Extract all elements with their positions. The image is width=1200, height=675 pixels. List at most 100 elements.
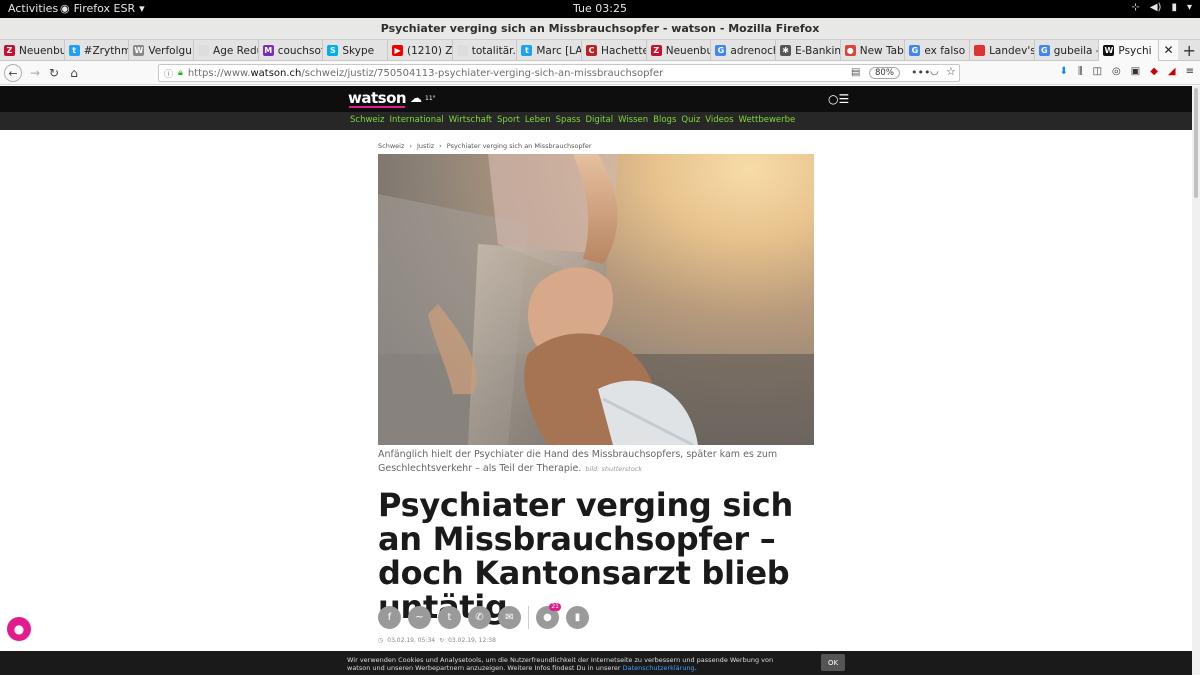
scrollbar-thumb[interactable] xyxy=(1194,88,1198,198)
battery-icon: ▮ xyxy=(1171,2,1177,13)
cl-icon: C xyxy=(586,45,598,56)
cookie-ok-button[interactable]: OK xyxy=(821,654,845,671)
nav-link-wettbewerbe[interactable]: Wettbewerbe xyxy=(739,115,796,125)
zeit-icon: Z xyxy=(4,45,15,56)
page-actions-icon[interactable]: ••• xyxy=(911,66,930,79)
new-tab-button[interactable]: + xyxy=(1178,40,1200,60)
tab-label: ex falso q xyxy=(924,44,969,57)
nav-link-leben[interactable]: Leben xyxy=(525,115,551,125)
facebook-share-button[interactable]: f xyxy=(378,606,401,629)
nav-link-schweiz[interactable]: Schweiz xyxy=(350,115,384,125)
scrollbar[interactable] xyxy=(1192,86,1200,675)
zoom-level[interactable]: 80% xyxy=(869,67,900,79)
google-icon: G xyxy=(1038,45,1050,56)
tab-3[interactable]: Age Reductic xyxy=(194,40,259,61)
bookmark-icon: ▮ xyxy=(574,612,581,623)
window-title: Psychiater verging sich an Missbrauchsop… xyxy=(380,22,820,35)
bookmark-button[interactable]: ▮ xyxy=(566,606,589,629)
sidebar-icon[interactable]: ◫ xyxy=(1093,66,1102,77)
volume-icon: ◀) xyxy=(1149,2,1162,13)
caption-text: Anfänglich hielt der Psychiater die Hand… xyxy=(378,449,778,474)
activities-button[interactable]: Activities xyxy=(8,2,58,15)
bookmark-star-icon[interactable]: ☆ xyxy=(946,65,956,78)
tab-15[interactable]: Landev's xyxy=(970,40,1035,61)
tab-8[interactable]: t Marc [LA xyxy=(517,40,583,61)
twitter-icon: t xyxy=(447,612,452,623)
tab-17[interactable]: W Psychi xyxy=(1099,40,1159,61)
tab-12[interactable]: ✱ E-Bankin xyxy=(776,40,841,61)
nav-link-digital[interactable]: Digital xyxy=(586,115,614,125)
nav-link-blogs[interactable]: Blogs xyxy=(653,115,676,125)
comments-button[interactable]: ● 21 xyxy=(536,603,561,629)
forward-button[interactable]: → xyxy=(27,65,43,81)
tab-4[interactable]: Mcouchsof xyxy=(259,40,324,61)
nav-link-wissen[interactable]: Wissen xyxy=(618,115,648,125)
article-dates: ◷ 03.02.19, 05:34 ↻ 03.02.19, 12:38 xyxy=(378,637,496,644)
facebook-icon: f xyxy=(387,612,392,623)
privacy-link[interactable]: Datenschutzerklärung xyxy=(623,664,695,672)
tab-2[interactable]: W Verfolgu xyxy=(129,40,195,61)
tab-label: Landev's xyxy=(989,44,1034,57)
network-icon: ⊹ xyxy=(1131,2,1140,13)
user-avatar-button[interactable]: ● xyxy=(7,617,31,641)
email-share-button[interactable]: ✉ xyxy=(498,606,521,629)
app-menu[interactable]: ◉ Firefox ESR ▾ xyxy=(60,2,145,15)
nav-link-spass[interactable]: Spass xyxy=(556,115,581,125)
twitter-share-button[interactable]: t xyxy=(438,606,461,629)
nav-link-videos[interactable]: Videos xyxy=(705,115,733,125)
clock[interactable]: Tue 03:25 xyxy=(573,2,627,15)
tab-label: Verfolgu xyxy=(148,44,192,57)
updated-icon: ↻ xyxy=(439,637,445,644)
cookie-text: Wir verwenden Cookies und Analysetools, … xyxy=(347,656,774,672)
back-button[interactable]: ← xyxy=(4,64,22,82)
url-text[interactable]: https://www.watson.ch/schweiz/justiz/750… xyxy=(188,68,663,79)
reader-mode-icon[interactable]: ▤ xyxy=(851,67,860,78)
share-bar: f ~ t ✆ ✉ ● 21 ▮ xyxy=(378,603,589,629)
extension-megaphone-icon[interactable]: ◢ xyxy=(1168,66,1176,77)
tab-11[interactable]: Gadrenoch xyxy=(711,40,777,61)
menu-icon[interactable]: ≡ xyxy=(1186,66,1194,77)
nav-link-quiz[interactable]: Quiz xyxy=(681,115,700,125)
breadcrumb: Schweiz › Justiz › Psychiater verging si… xyxy=(378,142,592,150)
watson-logo[interactable]: watson xyxy=(348,89,407,108)
tab-6[interactable]: ▶(1210) Ze xyxy=(388,40,453,61)
close-tab-icon[interactable]: ✕ xyxy=(1158,40,1179,60)
pocket-icon[interactable]: ◡ xyxy=(930,66,939,77)
reload-button[interactable]: ↻ xyxy=(46,65,62,81)
chevron-down-icon: ▾ xyxy=(139,2,145,15)
search-menu-icon[interactable]: ○☰ xyxy=(828,92,849,106)
ublock-icon[interactable]: ◆ xyxy=(1150,66,1158,77)
tab-label: couchsof xyxy=(277,44,323,57)
tab-label: New Tab xyxy=(859,44,904,57)
weather-widget[interactable]: ☁ 11° xyxy=(410,91,436,105)
download-icon[interactable]: ⬇ xyxy=(1060,66,1068,77)
account-icon[interactable]: ◎ xyxy=(1112,66,1121,77)
tab-14[interactable]: Gex falso q xyxy=(905,40,971,61)
tab-13[interactable]: ● New Tab xyxy=(841,40,906,61)
breadcrumb-schweiz[interactable]: Schweiz xyxy=(378,142,404,150)
tab-5[interactable]: S Skype xyxy=(323,40,389,61)
tab-16[interactable]: Ggubeila - xyxy=(1035,40,1100,61)
tab-label: Neuenbu xyxy=(665,44,711,57)
tab-0[interactable]: Z Neuenbu xyxy=(0,40,65,61)
article-image xyxy=(378,154,814,445)
tab-10[interactable]: Z Neuenbu xyxy=(647,40,712,61)
info-icon[interactable]: ⓘ xyxy=(164,67,173,80)
whatsapp-share-button[interactable]: ✆ xyxy=(468,606,491,629)
system-tray[interactable]: ⊹ ◀) ▮ ▾ xyxy=(1131,2,1192,13)
nav-link-wirtschaft[interactable]: Wirtschaft xyxy=(449,115,492,125)
tab-7[interactable]: totalitär.de xyxy=(453,40,518,61)
home-button[interactable]: ⌂ xyxy=(66,65,82,81)
article-headline: Psychiater verging sich an Missbrauchsop… xyxy=(378,486,793,624)
url-bar[interactable]: ⓘ 🔒︎ https://www.watson.ch/schweiz/justi… xyxy=(158,64,960,82)
twitter-icon: t xyxy=(521,45,533,56)
library-icon[interactable]: ⫼ xyxy=(1078,66,1083,77)
nav-link-sport[interactable]: Sport xyxy=(497,115,520,125)
tab-1[interactable]: t #Zrythm xyxy=(65,40,130,61)
breadcrumb-justiz[interactable]: Justiz xyxy=(417,142,434,150)
messenger-icon: ~ xyxy=(415,612,424,623)
extension-icon[interactable]: ▣ xyxy=(1131,66,1140,77)
nav-link-international[interactable]: International xyxy=(389,115,443,125)
messenger-share-button[interactable]: ~ xyxy=(408,606,431,629)
tab-9[interactable]: C Hachette xyxy=(582,40,647,61)
